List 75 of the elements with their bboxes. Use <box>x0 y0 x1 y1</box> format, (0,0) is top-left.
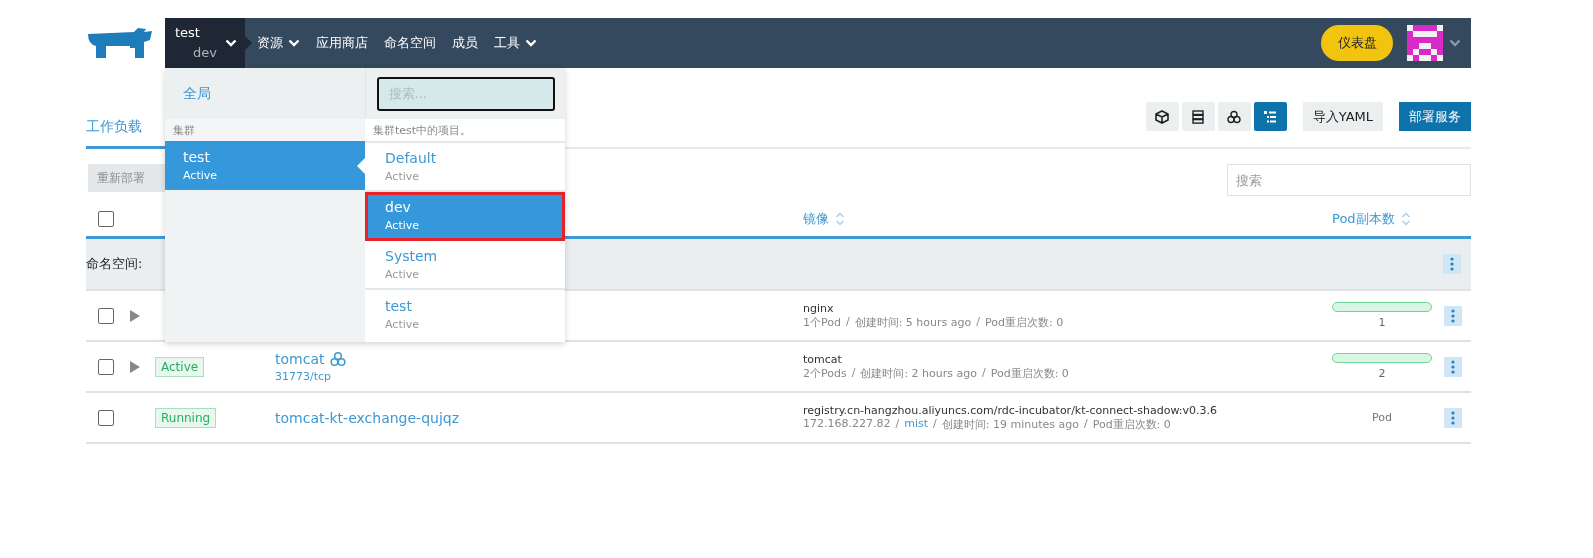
kebab-icon <box>1451 410 1455 425</box>
redeploy-button[interactable]: 重新部署 <box>88 164 168 192</box>
status-badge: Running <box>155 407 217 428</box>
checkbox[interactable] <box>98 307 114 324</box>
pod-count: 1 <box>1377 316 1387 329</box>
detail-text: Pod重启次数: 0 <box>1092 416 1171 432</box>
more-button[interactable] <box>1444 356 1462 377</box>
detail-text: 创建时间: 19 minutes ago <box>941 416 1079 432</box>
separator: / <box>982 365 986 381</box>
namespace-label: 命名空间: <box>86 255 143 273</box>
separator: / <box>933 416 937 432</box>
separator: / <box>1083 416 1088 432</box>
status-badge: Active <box>155 356 205 377</box>
separator: / <box>851 365 856 381</box>
dashboard-button[interactable]: 仪表盘 <box>1321 25 1393 61</box>
nav-link[interactable]: 命名空间 <box>384 34 436 52</box>
nav-link[interactable]: 工具 <box>494 34 537 52</box>
server-icon <box>1191 109 1206 124</box>
pod-count: 2 <box>1377 367 1387 380</box>
kebab-icon <box>1450 257 1454 271</box>
chevron-icon <box>225 39 237 47</box>
chevron-icon <box>1449 39 1461 47</box>
cluster-name: test <box>175 24 201 42</box>
project-name: dev <box>192 44 218 62</box>
cow-logo-icon <box>86 26 154 60</box>
sort-icon <box>1400 211 1411 226</box>
column-header[interactable]: Pod副本数 <box>1332 209 1395 228</box>
chevron-icon <box>288 39 300 47</box>
project-item[interactable]: System Active <box>365 241 565 290</box>
cluster-icon <box>330 350 347 367</box>
pod-label: Pod <box>1371 411 1393 424</box>
kebab-icon <box>1451 359 1455 374</box>
detail-text: 1个Pod <box>803 314 841 330</box>
nav-link[interactable]: 成员 <box>452 34 478 52</box>
workload-link[interactable]: tomcat <box>275 350 325 367</box>
detail-link[interactable]: mist <box>904 416 929 432</box>
sort-icon <box>835 211 845 226</box>
project-item[interactable]: dev Active <box>365 192 565 241</box>
separator: / <box>845 314 850 330</box>
endpoint-link[interactable]: 31773/tcp <box>275 369 332 383</box>
avatar-icon <box>1407 25 1443 61</box>
detail-text: Pod重启次数: 0 <box>990 365 1069 381</box>
detail-text: 创建时间: 2 hours ago <box>860 365 977 381</box>
image-name: registry.cn-hangzhou.aliyuncs.com/rdc-incubator/kt-connect-shadow:v0.3.6 <box>803 403 1218 417</box>
more-button[interactable] <box>1443 254 1461 274</box>
separator: / <box>895 416 900 432</box>
column-header[interactable]: 镜像 <box>803 209 829 228</box>
more-button[interactable] <box>1444 407 1462 428</box>
import-yaml-button[interactable]: 导入YAML <box>1302 102 1383 131</box>
image-name: nginx <box>803 301 834 315</box>
detail-text: 创建时间: 5 hours ago <box>854 314 972 330</box>
view-button[interactable] <box>1217 102 1251 131</box>
cube-icon <box>1155 109 1170 124</box>
nav-link[interactable]: 应用商店 <box>316 34 368 52</box>
separator: / <box>976 314 980 330</box>
cluster-icon <box>1227 109 1242 124</box>
checkbox[interactable] <box>98 210 114 227</box>
view-button[interactable] <box>1181 102 1215 131</box>
workload-link[interactable]: tomcat-kt-exchange-qujqz <box>275 409 460 426</box>
view-button[interactable] <box>1145 102 1179 131</box>
kebab-icon <box>1451 308 1455 323</box>
nav-link[interactable]: 资源 <box>257 34 300 52</box>
detail-text: Pod重启次数: 0 <box>984 314 1064 330</box>
cluster-item[interactable]: test Active <box>165 141 365 190</box>
project-item[interactable]: test Active <box>365 290 565 339</box>
checkbox[interactable] <box>98 409 114 426</box>
detail-text: 2个Pods <box>803 365 847 381</box>
image-name: tomcat <box>803 352 842 366</box>
checkbox[interactable] <box>98 358 114 375</box>
deploy-button[interactable]: 部署服务 <box>1399 102 1471 131</box>
more-button[interactable] <box>1444 305 1462 326</box>
menu-item[interactable]: 全局 <box>165 68 365 119</box>
tree-list-icon <box>1263 109 1278 124</box>
detail-text: 172.168.227.82 <box>803 416 891 432</box>
chevron-icon <box>525 39 537 47</box>
